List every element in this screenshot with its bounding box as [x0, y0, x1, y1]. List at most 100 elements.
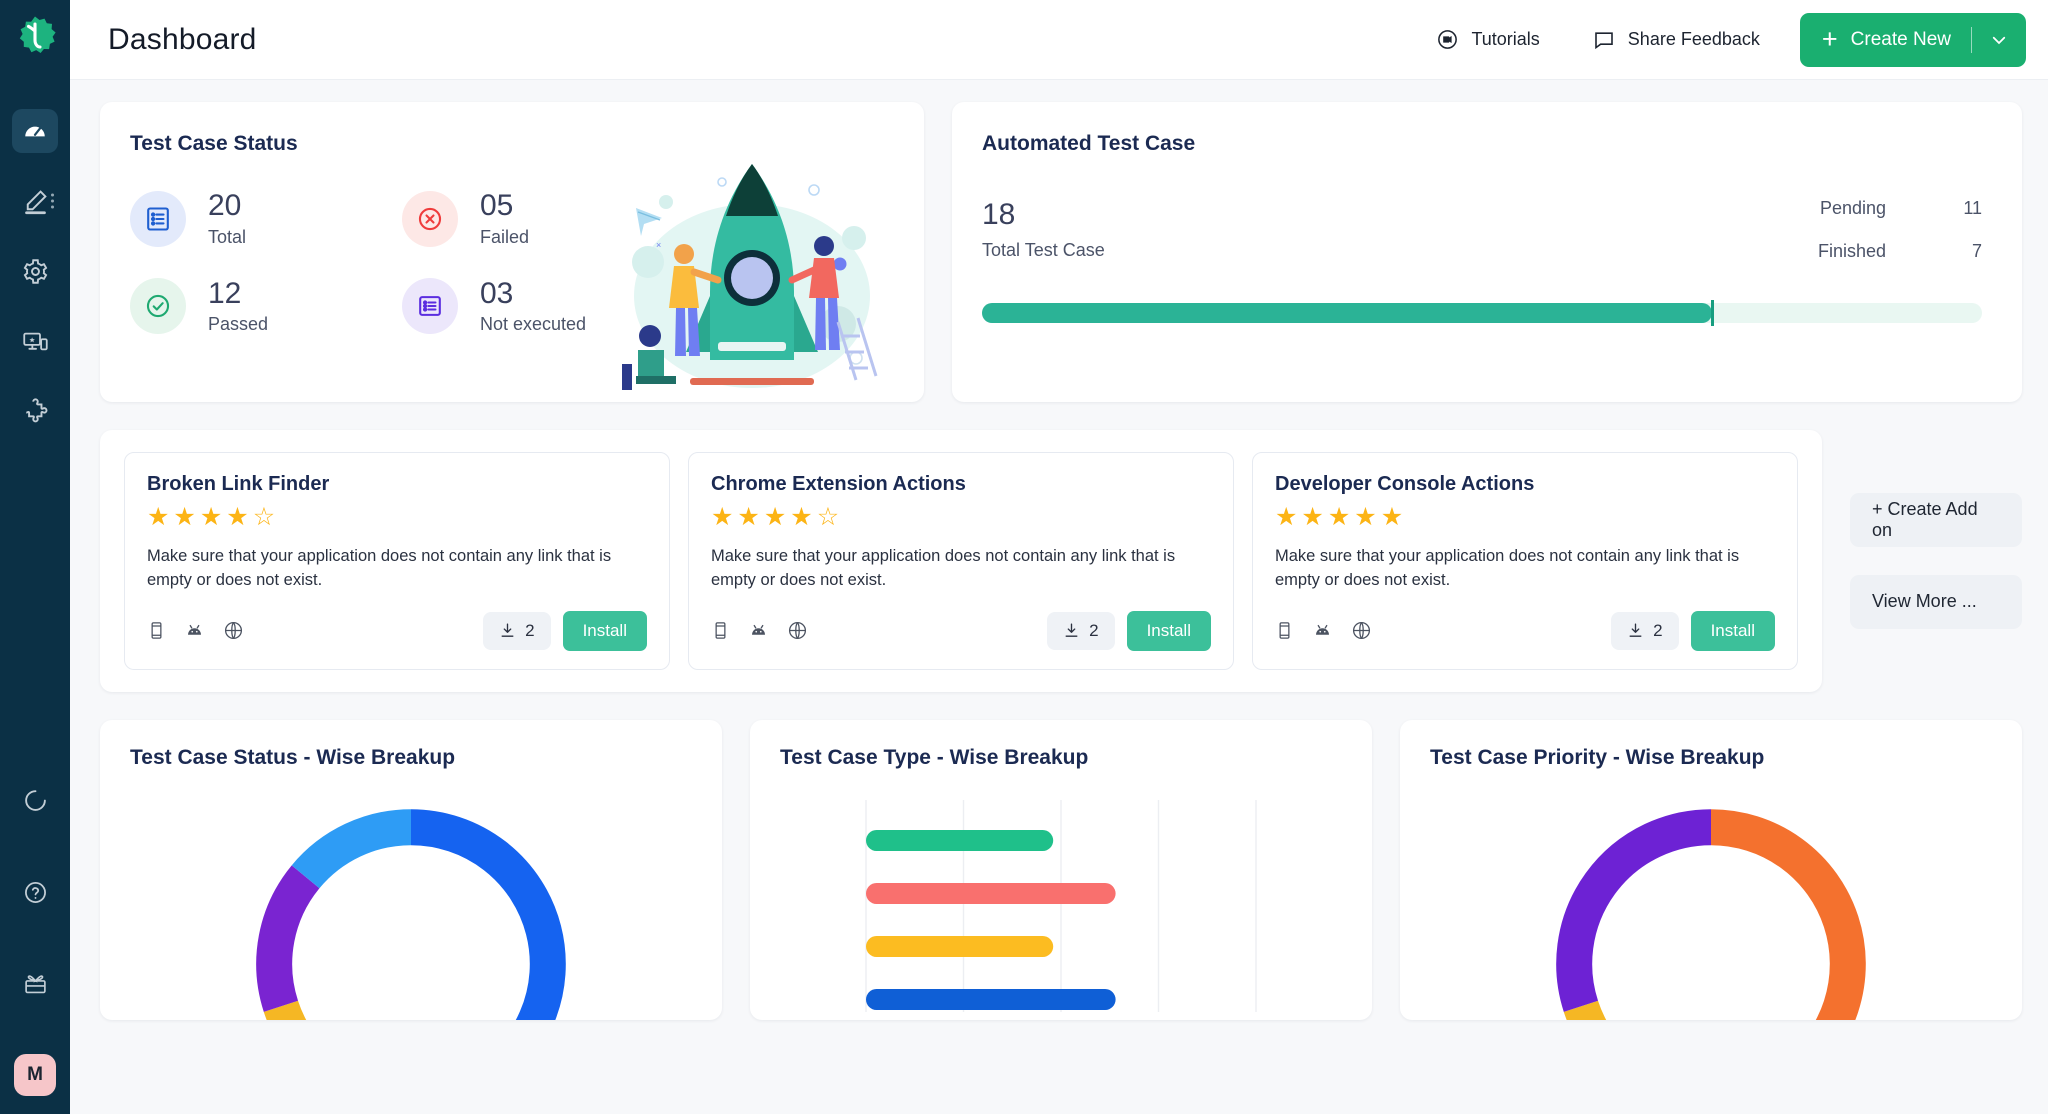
addon-actions: 2 Install [483, 610, 647, 651]
page-title: Dashboard [108, 22, 257, 56]
download-icon [501, 623, 514, 638]
share-feedback-button[interactable]: Share Feedback [1566, 28, 1786, 52]
stat-passed: 12 Passed [130, 276, 402, 336]
rocket-illustration: × [622, 164, 878, 390]
donut-segment [410, 809, 566, 1020]
chevron-down-icon [1992, 36, 2006, 44]
star-1: ★ [1275, 503, 1302, 531]
donut-chart-svg [256, 809, 566, 1020]
tutorials-button[interactable]: Tutorials [1410, 28, 1565, 51]
addons-card: Broken Link Finder ★★★★☆ Make sure that … [100, 430, 1822, 692]
star-1: ★ [147, 503, 174, 531]
sidebar-item-gift[interactable] [12, 962, 58, 1006]
download-count-button[interactable]: 2 [483, 611, 551, 650]
platform-icons [711, 620, 808, 641]
automated-progress-bar [982, 300, 1982, 326]
rating-stars[interactable]: ★★★★☆ [147, 505, 647, 530]
addon-card[interactable]: Chrome Extension Actions ★★★★☆ Make sure… [688, 452, 1234, 670]
sidebar-more-options[interactable] [51, 193, 54, 209]
test-case-status-card: Test Case Status 20 Total 05 Failed 12 P… [100, 102, 924, 402]
addon-footer: 2 Install [1275, 610, 1775, 651]
bar [866, 829, 1054, 851]
mobile-icon [151, 622, 162, 640]
bar-chart-svg [865, 799, 1257, 1012]
top-header: Dashboard Tutorials Share Feedback + Cre… [70, 0, 2048, 80]
puzzle-icon [25, 397, 47, 422]
rating-stars[interactable]: ★★★★☆ [711, 505, 1211, 530]
sidebar-item-settings[interactable] [12, 249, 58, 293]
addon-card[interactable]: Broken Link Finder ★★★★☆ Make sure that … [124, 452, 670, 670]
sidebar-item-devices[interactable] [12, 319, 58, 363]
addon-card[interactable]: Developer Console Actions ★★★★★ Make sur… [1252, 452, 1798, 670]
rating-stars[interactable]: ★★★★★ [1275, 505, 1775, 530]
stat-value: 12 [208, 276, 242, 310]
sidebar-item-authoring[interactable] [12, 179, 58, 223]
legend-value: 7 [1971, 241, 1982, 261]
addon-title: Developer Console Actions [1275, 473, 1535, 495]
addon-footer: 2 Install [711, 610, 1211, 651]
stat-label: Passed [208, 314, 269, 334]
donut-segment [1556, 809, 1712, 1012]
type-bar-chart[interactable] [780, 786, 1342, 1016]
priority-donut-chart[interactable] [1430, 784, 1992, 1020]
donut-segment [291, 809, 412, 889]
addons-row: Broken Link Finder ★★★★☆ Make sure that … [100, 430, 2022, 692]
install-button[interactable]: Install [1126, 610, 1211, 651]
bar [866, 988, 1116, 1010]
star-4: ★ [226, 503, 253, 531]
app-logo[interactable] [13, 14, 57, 63]
sidebar-item-dashboard[interactable] [12, 109, 58, 153]
addon-description: Make sure that your application does not… [1275, 547, 1740, 589]
automated-total-label: Total Test Case [982, 240, 1105, 260]
platform-icons [147, 620, 244, 641]
create-addon-button[interactable]: + Create Add on [1850, 492, 2022, 547]
sidebar-item-help[interactable] [12, 870, 58, 914]
check-circle-icon [130, 278, 186, 335]
mobile-icon [715, 622, 726, 640]
video-circle-icon [1438, 30, 1458, 49]
install-button[interactable]: Install [1690, 610, 1775, 651]
download-icon [1629, 623, 1642, 638]
dashboard-content: Test Case Status 20 Total 05 Failed 12 P… [70, 80, 2048, 1114]
sidebar-item-activity[interactable] [12, 778, 58, 822]
stat-label: Failed [480, 226, 530, 247]
install-button[interactable]: Install [562, 610, 647, 651]
star-4: ★ [790, 503, 817, 531]
gear-icon [23, 258, 47, 284]
tutorials-label: Tutorials [1471, 29, 1540, 49]
spinner-circle-icon [24, 789, 46, 811]
legend-value: 11 [1963, 198, 1982, 218]
stat-label: Not executed [480, 314, 587, 334]
status-donut-chart[interactable] [130, 784, 692, 1020]
legend-finished: Finished 7 [1818, 241, 1982, 262]
question-circle-icon [24, 881, 46, 903]
create-new-dropdown[interactable] [1972, 31, 2026, 49]
addon-footer: 2 Install [147, 610, 647, 651]
create-new-button[interactable]: + Create New [1799, 12, 2026, 67]
type-breakup-title: Test Case Type - Wise Breakup [780, 745, 1089, 769]
sidebar-item-addons[interactable] [12, 389, 58, 433]
platform-icons [1275, 620, 1372, 641]
donut-segment [256, 865, 320, 1012]
status-breakup-title: Test Case Status - Wise Breakup [130, 745, 456, 769]
download-count-button[interactable]: 2 [1047, 611, 1115, 650]
view-more-button[interactable]: View More ... [1850, 574, 2022, 629]
app-logo-icon [19, 16, 56, 53]
download-count-button[interactable]: 2 [1611, 611, 1679, 650]
priority-breakup-title: Test Case Priority - Wise Breakup [1430, 745, 1765, 769]
progress-fill [982, 303, 1712, 323]
star-1: ★ [711, 503, 738, 531]
star-3: ★ [763, 503, 791, 531]
avatar[interactable]: M [14, 1054, 56, 1096]
sidebar: M [0, 0, 70, 1114]
star-2: ★ [173, 503, 200, 531]
legend-pending: Pending 11 [1818, 198, 1982, 219]
bar [866, 935, 1054, 957]
star-4: ★ [1354, 503, 1381, 531]
download-count: 2 [1089, 620, 1099, 640]
donut-chart-svg [1556, 809, 1866, 1020]
automated-total: 18 Total Test Case [982, 198, 1105, 261]
stat-value: 20 [208, 189, 242, 222]
addons-side-actions: + Create Add on View More ... [1822, 430, 2022, 692]
create-new-main[interactable]: + Create New [1800, 26, 1971, 53]
